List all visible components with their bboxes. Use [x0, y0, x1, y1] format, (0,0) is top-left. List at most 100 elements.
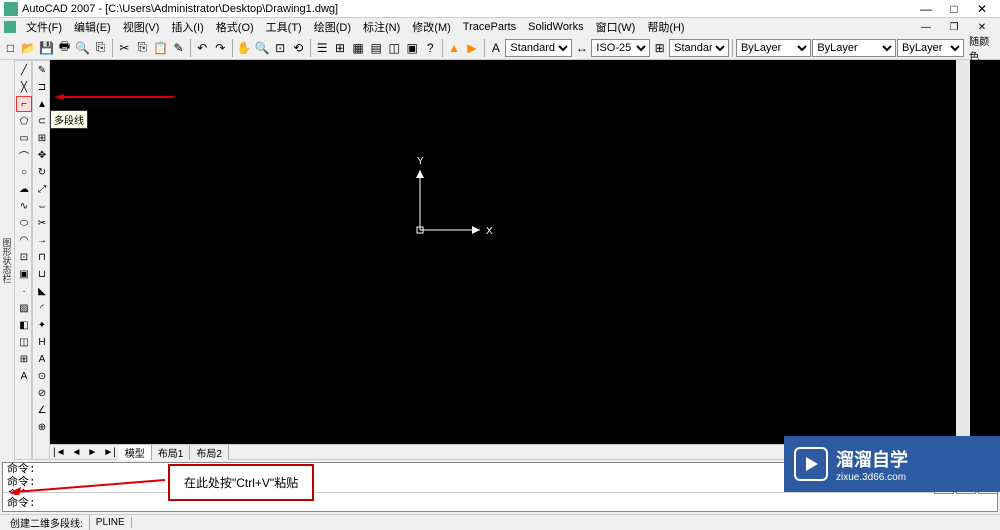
menu-traceparts[interactable]: TraceParts: [457, 19, 522, 35]
ucs-x-label: X: [486, 226, 493, 237]
markup-icon[interactable]: ◫: [386, 38, 403, 58]
array-icon[interactable]: ⊞: [34, 130, 50, 146]
new-icon[interactable]: □: [2, 38, 19, 58]
chamfer-icon[interactable]: ◣: [34, 283, 50, 299]
standard-toolbar: □ 📂 💾 🖶 🔍 ⎘ ✂ ⎘ 📋 ✎ ↶ ↷ ✋ 🔍 ⊡ ⟲ ☰ ⊞ ▦ ▤ …: [0, 36, 1000, 60]
layer-dropdown[interactable]: ByLayer: [736, 39, 811, 57]
publish-icon[interactable]: ⎘: [92, 38, 109, 58]
offset-icon[interactable]: ⊂: [34, 113, 50, 129]
properties-icon[interactable]: ☰: [314, 38, 331, 58]
paste-icon[interactable]: 📋: [152, 38, 169, 58]
zoom-realtime-icon[interactable]: 🔍: [254, 38, 271, 58]
dim-style-icon[interactable]: ↔: [573, 38, 590, 58]
mirror-icon[interactable]: ▲: [34, 96, 50, 112]
print-icon[interactable]: 🖶: [56, 38, 73, 58]
menu-tools[interactable]: 工具(T): [260, 17, 308, 37]
table-style-icon[interactable]: ⊞: [651, 38, 668, 58]
pan-icon[interactable]: ✋: [236, 38, 253, 58]
polygon-icon[interactable]: ⬠: [16, 113, 32, 129]
save-icon[interactable]: 💾: [38, 38, 55, 58]
menu-help[interactable]: 帮助(H): [641, 17, 690, 37]
line-icon[interactable]: ╱: [16, 62, 32, 78]
circle-icon[interactable]: ○: [16, 164, 32, 180]
erase-icon[interactable]: ✎: [34, 62, 50, 78]
gradient-icon[interactable]: ◧: [16, 317, 32, 333]
menu-window[interactable]: 窗口(W): [590, 17, 642, 37]
linetype-dropdown[interactable]: ByLayer: [812, 39, 896, 57]
maximize-button[interactable]: □: [940, 1, 968, 17]
mtext-icon[interactable]: A: [16, 368, 32, 384]
menu-dimension[interactable]: 标注(N): [357, 17, 406, 37]
menu-modify[interactable]: 修改(M): [406, 17, 457, 37]
region-icon[interactable]: ◫: [16, 334, 32, 350]
cut-icon[interactable]: ✂: [116, 38, 133, 58]
text-style-icon[interactable]: A: [487, 38, 504, 58]
toolpalette-icon[interactable]: ▦: [350, 38, 367, 58]
ellipse-icon[interactable]: ⬭: [16, 215, 32, 231]
arc-icon[interactable]: ⌒: [16, 147, 32, 163]
block2-icon[interactable]: ▶: [464, 38, 481, 58]
extend-icon[interactable]: →: [34, 232, 50, 248]
text-style-dropdown[interactable]: Standard: [505, 39, 572, 57]
menu-solidworks[interactable]: SolidWorks: [522, 19, 589, 35]
dim-linear-icon[interactable]: H: [34, 334, 50, 350]
polyline-icon[interactable]: ⌐: [16, 96, 32, 112]
drawing-canvas[interactable]: 多段线 X Y ▲▲ |◄ ◄ ► ►| 模型 布局1 布局2: [50, 60, 1000, 460]
menu-view[interactable]: 视图(V): [117, 17, 166, 37]
match-icon[interactable]: ✎: [170, 38, 187, 58]
explode-icon[interactable]: ✦: [34, 317, 50, 333]
separator: [310, 39, 311, 57]
stretch-icon[interactable]: ⇔: [34, 198, 50, 214]
designcenter-icon[interactable]: ⊞: [332, 38, 349, 58]
fillet-icon[interactable]: ◜: [34, 300, 50, 316]
xline-icon[interactable]: ╳: [16, 79, 32, 95]
open-icon[interactable]: 📂: [20, 38, 37, 58]
scale-icon[interactable]: ⤢: [34, 181, 50, 197]
join-icon[interactable]: ⊔: [34, 266, 50, 282]
hatch-icon[interactable]: ▨: [16, 300, 32, 316]
close-button[interactable]: ✕: [968, 1, 996, 17]
tab-layout2[interactable]: 布局2: [190, 445, 229, 460]
make-block-icon[interactable]: ▣: [16, 266, 32, 282]
block-icon[interactable]: ▲: [446, 38, 463, 58]
calc-icon[interactable]: ▣: [404, 38, 421, 58]
help-icon[interactable]: ?: [422, 38, 439, 58]
doc-minimize-button[interactable]: ―: [912, 19, 940, 35]
dim-aligned-icon[interactable]: A: [34, 351, 50, 367]
menu-draw[interactable]: 绘图(D): [308, 17, 357, 37]
color-button[interactable]: 随颜色: [965, 38, 998, 58]
rectangle-icon[interactable]: ▭: [16, 130, 32, 146]
dim-diameter-icon[interactable]: ⊘: [34, 385, 50, 401]
menu-file[interactable]: 文件(F): [20, 17, 68, 37]
status-hint: 创建二维多段线:: [4, 515, 90, 530]
undo-icon[interactable]: ↶: [194, 38, 211, 58]
spline-icon[interactable]: ∿: [16, 198, 32, 214]
redo-icon[interactable]: ↷: [212, 38, 229, 58]
sheetset-icon[interactable]: ▤: [368, 38, 385, 58]
table-icon[interactable]: ⊞: [16, 351, 32, 367]
table-style-dropdown[interactable]: Standard: [669, 39, 729, 57]
dim-style-dropdown[interactable]: ISO-25: [591, 39, 650, 57]
ellipse-arc-icon[interactable]: ◠: [16, 232, 32, 248]
move-icon[interactable]: ✥: [34, 147, 50, 163]
copy-icon[interactable]: ⎘: [134, 38, 151, 58]
menu-insert[interactable]: 插入(I): [165, 17, 209, 37]
minimize-button[interactable]: ―: [912, 1, 940, 17]
trim-icon[interactable]: ✂: [34, 215, 50, 231]
insert-block-icon[interactable]: ⊡: [16, 249, 32, 265]
title-bar: AutoCAD 2007 - [C:\Users\Administrator\D…: [0, 0, 1000, 18]
preview-icon[interactable]: 🔍: [74, 38, 91, 58]
dim-radius-icon[interactable]: ⊙: [34, 368, 50, 384]
vertical-scrollbar[interactable]: [956, 60, 970, 446]
revcloud-icon[interactable]: ☁: [16, 181, 32, 197]
zoom-prev-icon[interactable]: ⟲: [290, 38, 307, 58]
menu-edit[interactable]: 编辑(E): [68, 17, 117, 37]
doc-restore-button[interactable]: ❐: [940, 19, 968, 35]
rotate-icon[interactable]: ↻: [34, 164, 50, 180]
zoom-window-icon[interactable]: ⊡: [272, 38, 289, 58]
copy-obj-icon[interactable]: ⊐: [34, 79, 50, 95]
point-icon[interactable]: ·: [16, 283, 32, 299]
lineweight-dropdown[interactable]: ByLayer: [897, 39, 964, 57]
menu-format[interactable]: 格式(O): [210, 17, 260, 37]
break-icon[interactable]: ⊓: [34, 249, 50, 265]
